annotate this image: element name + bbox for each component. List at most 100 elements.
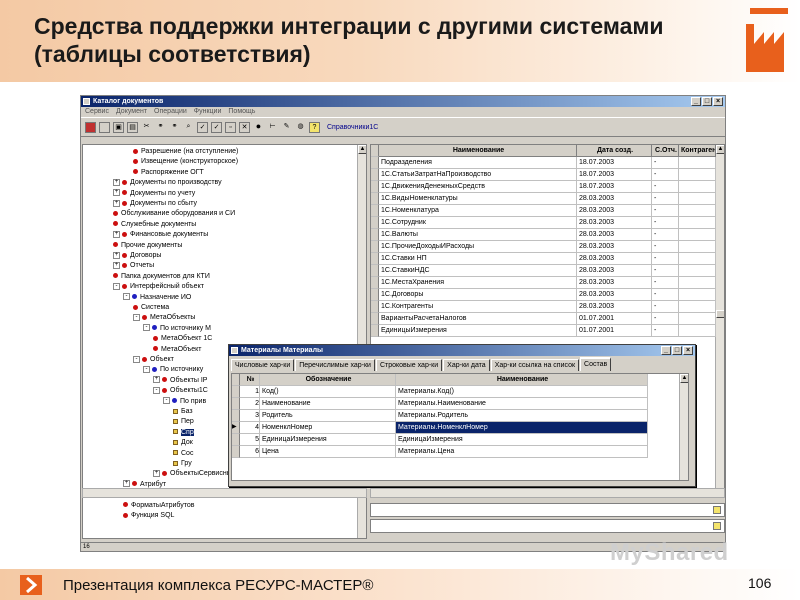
references-1c-link[interactable]: Справочники1С: [327, 124, 378, 131]
help-icon[interactable]: ?: [309, 121, 320, 133]
expand-icon[interactable]: +: [123, 480, 130, 488]
table-row[interactable]: 6 Цена Материалы.Цена: [232, 446, 648, 458]
pen-icon[interactable]: ✎: [281, 122, 292, 133]
table-row[interactable]: 1С.ДвиженияДенежныхСредств 18.07.2003-: [371, 181, 717, 193]
column-header[interactable]: Контрагент: [679, 145, 716, 157]
tree-item[interactable]: + Документы по сбыту: [113, 199, 197, 209]
globe-icon[interactable]: ◍: [295, 122, 306, 133]
dialog-maximize-button[interactable]: □: [672, 346, 682, 355]
table-row[interactable]: 2 Наименование Материалы.Наименование: [232, 398, 648, 410]
dialog-tab[interactable]: Хар-ки ссылка на список: [490, 359, 580, 371]
collapse-icon[interactable]: -: [133, 314, 140, 322]
tree-item[interactable]: Спр: [173, 428, 194, 438]
column-header[interactable]: Дата созд.: [577, 145, 652, 157]
table-row[interactable]: 3 Родитель Материалы.Родитель: [232, 410, 648, 422]
collapse-icon[interactable]: -: [133, 355, 140, 363]
tree-item[interactable]: + Объекты IP: [153, 376, 207, 386]
close-button[interactable]: ×: [713, 97, 723, 106]
menu-service[interactable]: Сервис: [85, 107, 109, 117]
dialog-minimize-button[interactable]: _: [661, 346, 671, 355]
menu-functions[interactable]: Функции: [194, 107, 222, 117]
column-header[interactable]: С.Отч.: [652, 145, 679, 157]
dialog-tab[interactable]: Строковые хар-ки: [375, 359, 443, 371]
find-icon[interactable]: ⌕: [183, 122, 194, 133]
tree-item[interactable]: Разрешение (на отступление): [133, 147, 238, 157]
table-row[interactable]: 1С.Ставки НП 28.03.2003-: [371, 253, 717, 265]
tree-item[interactable]: + Документы по производству: [113, 178, 222, 188]
tree-item[interactable]: - Объект: [133, 355, 174, 365]
save-icon[interactable]: ▣: [113, 121, 124, 133]
table-row[interactable]: 1С.СтавкиНДС 28.03.2003-: [371, 265, 717, 277]
scroll-up-arrow-icon[interactable]: ▲: [716, 145, 724, 154]
dialog-tab[interactable]: Состав: [580, 357, 612, 371]
tree-item[interactable]: - По источнику М: [143, 324, 211, 334]
tree-item[interactable]: Функция SQL: [123, 511, 174, 521]
print-icon[interactable]: ▤: [127, 121, 138, 133]
tree-item[interactable]: Прочие документы: [113, 241, 182, 251]
table-row[interactable]: 1С.ВидыНоменклатуры 28.03.2003-: [371, 193, 717, 205]
tree-item[interactable]: ФорматыАтрибутов: [123, 501, 195, 511]
expand-icon[interactable]: +: [113, 251, 120, 259]
expand-icon[interactable]: +: [113, 199, 120, 207]
table-hscrollbar[interactable]: [370, 488, 725, 498]
expand-icon[interactable]: +: [153, 470, 160, 478]
expand-icon[interactable]: +: [153, 376, 160, 384]
menu-document[interactable]: Документ: [116, 107, 147, 117]
tree-item[interactable]: - По источнику: [143, 365, 203, 375]
tree-item[interactable]: Распоряжение ОГТ: [133, 168, 204, 178]
pen-icon[interactable]: [713, 506, 721, 514]
scroll-thumb[interactable]: [716, 310, 724, 318]
tree-hscrollbar[interactable]: [82, 488, 367, 498]
tree-item[interactable]: Сос: [173, 449, 193, 459]
record-icon[interactable]: ●: [253, 121, 264, 133]
column-header[interactable]: №: [240, 374, 260, 386]
collapse-icon[interactable]: -: [113, 282, 120, 290]
tree-item[interactable]: Система: [133, 303, 169, 313]
tree-item[interactable]: - Назначение ИО: [123, 293, 191, 303]
check-edit-icon[interactable]: ✓: [197, 121, 208, 133]
tree-item[interactable]: Баз: [173, 407, 193, 417]
table-row[interactable]: 5 ЕдиницаИзмерения ЕдиницаИзмерения: [232, 434, 648, 446]
tree-item[interactable]: + Договоры: [113, 251, 161, 261]
table-row[interactable]: 1С.Валюты 28.03.2003-: [371, 229, 717, 241]
menu-help[interactable]: Помощь: [228, 107, 255, 117]
check-doc-icon[interactable]: ✓: [211, 121, 222, 133]
table-row[interactable]: 1С.Договоры 28.03.2003-: [371, 289, 717, 301]
menu-operations[interactable]: Операции: [154, 107, 187, 117]
tree-item[interactable]: Док: [173, 438, 193, 448]
tree-item[interactable]: - Интерфейсный объект: [113, 282, 204, 292]
table-row[interactable]: 1С.Контрагенты 28.03.2003-: [371, 301, 717, 313]
collapse-icon[interactable]: -: [123, 293, 130, 301]
table-row[interactable]: 1 Код() Материалы.Код(): [232, 386, 648, 398]
table-row[interactable]: ▶ 4 НоменклНомер Материалы.НоменклНомер: [232, 422, 648, 434]
scroll-up-arrow-icon[interactable]: ▲: [680, 374, 688, 383]
tree-item[interactable]: - МетаОбъекты: [133, 313, 195, 323]
table-row[interactable]: 1С.МестаХранения 28.03.2003-: [371, 277, 717, 289]
dialog-scrollbar[interactable]: ▲: [679, 374, 688, 480]
delete-icon[interactable]: ✕: [239, 121, 250, 133]
dialog-tab[interactable]: Числовые хар-ки: [231, 359, 295, 371]
composition-table[interactable]: ▲ № Обозначение Наименование 1 Код() Материал…: [231, 373, 689, 481]
tree-icon[interactable]: ⊢: [267, 122, 278, 133]
column-header[interactable]: Обозначение: [260, 374, 396, 386]
expand-icon[interactable]: +: [113, 189, 120, 197]
table-row[interactable]: 1С.Сотрудник 28.03.2003-: [371, 217, 717, 229]
binoculars-next-icon[interactable]: ⚭: [169, 122, 180, 133]
tree-item[interactable]: + ОбъектыСервисные: [153, 469, 236, 479]
collapse-icon[interactable]: -: [153, 386, 160, 394]
dialog-tab[interactable]: Хар-ки дата: [443, 359, 490, 371]
collapse-icon[interactable]: -: [143, 366, 150, 374]
tree-item[interactable]: - По прив: [163, 397, 206, 407]
tree-item[interactable]: Гру: [173, 459, 192, 469]
expand-icon[interactable]: +: [113, 262, 120, 270]
column-header[interactable]: Наименование: [379, 145, 577, 157]
table-row[interactable]: Подразделения 18.07.2003-: [371, 157, 717, 169]
tree-item[interactable]: МетаОбъект 1С: [153, 334, 212, 344]
table-row[interactable]: ВариантыРасчетаНалогов 01.07.2001-: [371, 313, 717, 325]
tree-item[interactable]: Извещение (конструкторское): [133, 157, 238, 167]
maximize-button[interactable]: □: [702, 97, 712, 106]
table-row[interactable]: ЕдиницыИзмерения 01.07.2001-: [371, 325, 717, 337]
tree-item[interactable]: Пер: [173, 417, 194, 427]
tree-item[interactable]: МетаОбъект: [153, 345, 201, 355]
table-row[interactable]: 1С.ПрочиеДоходыИРасходы 28.03.2003-: [371, 241, 717, 253]
